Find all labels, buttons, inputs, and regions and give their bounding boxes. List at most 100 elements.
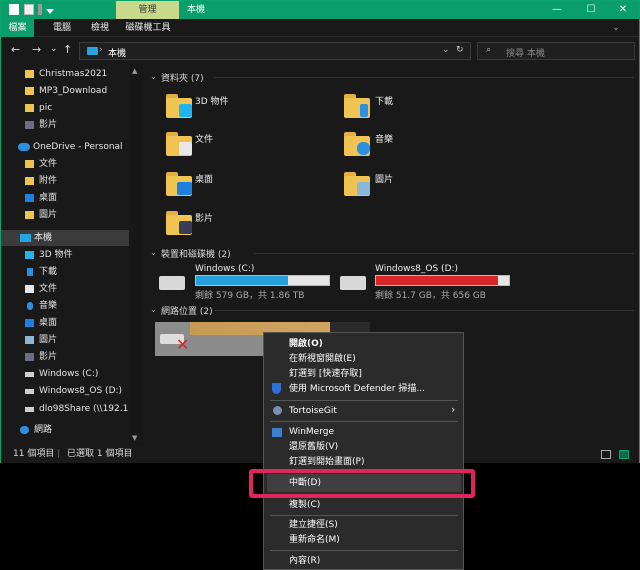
menu-item-tortoisegit[interactable]: TortoiseGit [289,404,337,418]
scroll-down-arrow-icon[interactable]: ▼ [132,434,137,442]
collapse-group-icon[interactable]: ⌄ [150,72,157,81]
tab-drive-tools[interactable]: 磁碟機工具 [122,19,174,37]
sidebar-scrollbar[interactable]: ▲ ▼ [129,64,143,446]
highlight-annotation-box [249,469,475,498]
sidebar-item-drive-c[interactable]: Windows (C:) [25,366,98,382]
sidebar-item-3d-objects[interactable]: 3D 物件 [25,247,73,263]
back-button[interactable]: ← [11,43,20,56]
network-icon [20,426,29,434]
defender-shield-icon [272,383,281,394]
selected-count: 已選取 1 個項目 [67,449,133,459]
folder-videos-icon[interactable] [166,209,192,235]
search-placeholder: 搜尋 本機 [506,49,545,59]
videos-folder-icon [25,121,34,129]
tab-file[interactable]: 檔案 [1,19,34,37]
menu-item-open[interactable]: 開啟(O) [289,337,323,351]
menu-item-copy[interactable]: 複製(C) [289,498,320,512]
refresh-button[interactable]: ↻ [456,45,464,55]
maximize-button[interactable]: ☐ [575,1,607,19]
sidebar-item-downloads[interactable]: 下載 [27,264,57,280]
menu-item-open-new-window[interactable]: 在新視窗開啟(E) [289,352,356,366]
recent-locations-button[interactable]: ⌄ [50,44,58,54]
folder-desktop-icon[interactable] [166,170,192,196]
folder-pictures-label[interactable]: 圖片 [375,172,393,185]
drive-c-icon[interactable] [159,276,185,290]
new-folder-icon[interactable] [24,4,34,15]
sidebar-item-attachments[interactable]: 附件 [25,173,57,189]
undo-icon[interactable] [38,4,42,15]
sidebar-item-label: pic [39,103,53,113]
forward-button[interactable]: → [32,43,41,56]
sidebar-item-label: 圖片 [39,210,58,220]
collapse-group-icon[interactable]: ⌄ [150,248,157,257]
sidebar-item-label: 網路 [34,425,53,435]
pictures-icon [25,336,34,344]
folder-documents-label[interactable]: 文件 [195,132,213,145]
drive-c-name[interactable]: Windows (C:) [195,264,254,274]
sidebar-item-pic[interactable]: pic [25,100,53,116]
sidebar-item-videos-library[interactable]: 影片 [25,349,57,365]
folder-downloads-label[interactable]: 下載 [375,94,393,107]
drive-d-usage-bar [375,275,510,286]
close-button[interactable]: ✕ [607,1,639,19]
drives-group-header[interactable]: 裝置和磁碟機 (2) [161,247,231,260]
sidebar-item-documents[interactable]: 文件 [25,281,57,297]
drive-d-icon[interactable] [340,276,366,290]
folder-desktop-label[interactable]: 桌面 [195,172,213,185]
folder-videos-label[interactable]: 影片 [195,211,213,224]
sidebar-item-onedrive[interactable]: OneDrive - Personal [18,139,123,155]
sidebar-item-videos[interactable]: 影片 [25,117,57,133]
folder-music-icon[interactable] [344,130,370,156]
address-bar[interactable]: › 本機 ⌄ ↻ [79,42,471,60]
menu-item-defender-scan[interactable]: 使用 Microsoft Defender 掃描... [289,382,425,396]
search-input[interactable]: ⌕ 搜尋 本機 [477,42,635,60]
folder-downloads-icon[interactable] [344,92,370,118]
drive-d-usage-fill [376,276,499,285]
menu-item-pin-start[interactable]: 釘選到開始畫面(P) [289,455,364,469]
manage-tab[interactable]: 管理 [116,1,179,19]
expand-ribbon-icon[interactable]: ⌄ [609,19,623,37]
sidebar-item-drive-d[interactable]: Windows8_OS (D:) [25,383,122,399]
address-dropdown-button[interactable]: ⌄ [442,45,450,55]
submenu-arrow-icon: › [451,403,456,416]
menu-item-rename[interactable]: 重新命名(M) [289,533,340,547]
sidebar-item-onedrive-desktop[interactable]: 桌面 [25,190,58,206]
folder-pictures-icon[interactable] [344,170,370,196]
menu-item-create-shortcut[interactable]: 建立捷徑(S) [289,518,338,532]
large-icons-view-icon[interactable] [619,450,629,459]
collapse-group-icon[interactable]: ⌄ [150,305,157,314]
sidebar-item-pictures[interactable]: 圖片 [25,332,57,348]
folder-documents-icon[interactable] [166,130,192,156]
up-button[interactable]: ↑ [63,43,72,56]
sidebar-item-mp3-download[interactable]: MP3_Download [25,83,107,99]
minimize-button[interactable]: — [541,1,573,19]
sidebar-item-music[interactable]: 音樂 [27,298,57,314]
menu-item-pin-quick-access[interactable]: 釘選到 [快速存取] [289,367,362,381]
sidebar-item-network[interactable]: 網路 [20,422,53,438]
drive-d-name[interactable]: Windows8_OS (D:) [375,264,458,274]
sidebar-item-label: 桌面 [39,193,58,203]
context-menu: 開啟(O) 在新視窗開啟(E) 釘選到 [快速存取] 使用 Microsoft … [263,332,464,570]
properties-icon[interactable] [9,4,19,15]
sidebar-item-network-share[interactable]: dlo98Share (\\192.168.0 [25,401,143,417]
network-group-header[interactable]: 網路位置 (2) [161,304,213,317]
sidebar-item-christmas2021[interactable]: Christmas2021 [25,66,107,82]
scroll-up-arrow-icon[interactable]: ▲ [132,67,137,75]
tab-view[interactable]: 檢視 [86,19,114,37]
status-separator: | [57,449,61,459]
folder-3d-objects-label[interactable]: 3D 物件 [195,94,229,107]
sidebar-item-desktop[interactable]: 桌面 [25,315,57,331]
menu-item-winmerge[interactable]: WinMerge [289,425,334,439]
sidebar-item-onedrive-documents[interactable]: 文件 [25,156,57,172]
tab-computer[interactable]: 電腦 [48,19,76,37]
folder-3d-objects-icon[interactable] [166,92,192,118]
sidebar-item-onedrive-pictures[interactable]: 圖片 [25,207,58,223]
menu-item-properties[interactable]: 內容(R) [289,554,320,568]
desktop-icon [25,319,34,327]
folder-music-label[interactable]: 音樂 [375,132,393,145]
sidebar-item-this-pc[interactable]: 本機 [1,230,129,246]
details-view-icon[interactable] [601,450,611,459]
customize-toolbar-icon[interactable] [46,9,54,14]
folders-group-header[interactable]: 資料夾 (7) [161,71,204,84]
menu-item-restore-previous[interactable]: 還原舊版(V) [289,440,338,454]
